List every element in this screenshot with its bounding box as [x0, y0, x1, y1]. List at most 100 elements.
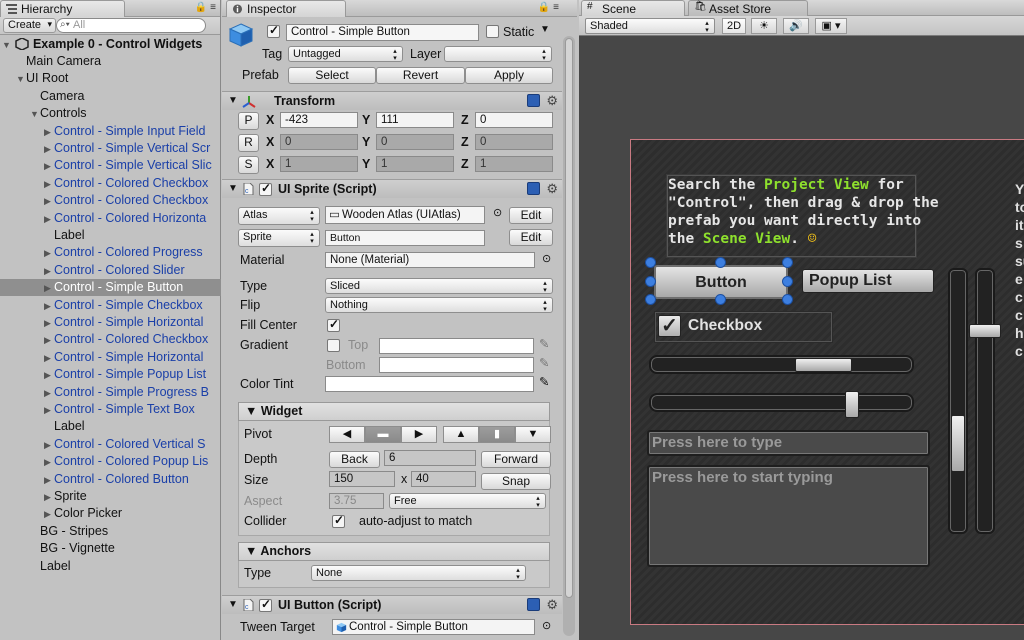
slider-2-thumb[interactable] — [845, 391, 859, 418]
tag-dropdown[interactable]: Untagged — [288, 46, 403, 62]
pivot-middle-button[interactable]: ▮ — [479, 426, 515, 443]
resize-handle[interactable] — [645, 276, 656, 287]
prefab-select-button[interactable]: Select — [288, 67, 376, 84]
expand-arrow-icon[interactable]: ▶ — [44, 315, 54, 331]
object-picker-icon[interactable]: ⊙ — [493, 206, 502, 219]
hierarchy-row[interactable]: ▶ Control - Colored Horizonta — [0, 210, 221, 227]
scene-popup-list[interactable]: Popup List — [802, 269, 934, 293]
resize-handle[interactable] — [782, 294, 793, 305]
height-field[interactable]: 40 — [411, 471, 476, 487]
horizontal-slider-2[interactable] — [649, 391, 914, 418]
hierarchy-row[interactable]: ▶ Control - Colored Checkbox — [0, 175, 221, 192]
resize-handle[interactable] — [782, 276, 793, 287]
gradient-checkbox[interactable] — [327, 339, 340, 352]
audio-icon[interactable]: 🔊 — [783, 18, 809, 34]
foldout-arrow-icon[interactable]: ▼ — [228, 599, 238, 610]
resize-handle[interactable] — [715, 257, 726, 268]
anchors-section-header[interactable]: ▼ Anchors — [238, 542, 550, 561]
aspect-mode-dropdown[interactable]: Free — [389, 493, 546, 509]
flip-dropdown[interactable]: Nothing — [325, 297, 553, 313]
hierarchy-row[interactable]: Label — [0, 558, 221, 575]
effects-image-icon[interactable]: ▣ ▾ — [815, 18, 847, 34]
rot-z-field[interactable]: 0 — [475, 134, 553, 150]
transform-component-header[interactable]: ▼ Transform ⚙ — [222, 91, 562, 110]
atlas-edit-button[interactable]: Edit — [509, 207, 553, 224]
foldout-arrow-icon[interactable]: ▼ — [245, 544, 260, 558]
depth-forward-button[interactable]: Forward — [481, 451, 551, 468]
expand-arrow-icon[interactable]: ▶ — [44, 350, 54, 366]
scale-x-field[interactable]: 1 — [280, 156, 358, 172]
tab-inspector[interactable]: Inspector — [226, 0, 346, 17]
fill-center-checkbox[interactable] — [327, 317, 340, 332]
toggle-2d-button[interactable]: 2D — [722, 18, 746, 34]
color-tint-field[interactable] — [325, 376, 534, 392]
expand-arrow-icon[interactable]: ▶ — [44, 158, 54, 174]
eyedropper-icon[interactable]: ✎ — [539, 355, 549, 370]
hierarchy-row[interactable]: ▶ Control - Colored Vertical S — [0, 436, 221, 453]
expand-arrow-icon[interactable]: ▼ — [2, 37, 12, 53]
tab-asset-store[interactable]: 🛍 Asset Store — [688, 0, 808, 16]
reference-book-icon[interactable] — [527, 598, 540, 611]
shading-mode-dropdown[interactable]: Shaded — [585, 18, 715, 34]
ui-button-component-header[interactable]: ▼ c UI Button (Script) ⚙ — [222, 595, 562, 614]
hierarchy-row[interactable]: ▶ Control - Colored Checkbox — [0, 331, 221, 348]
hierarchy-row[interactable]: Main Camera — [0, 53, 221, 70]
expand-arrow-icon[interactable]: ▶ — [44, 489, 54, 505]
expand-arrow-icon[interactable]: ▶ — [44, 263, 54, 279]
panel-menu-icons[interactable]: 🔒 ≡ — [538, 2, 559, 13]
hierarchy-row[interactable]: ▶ Control - Simple Horizontal — [0, 349, 221, 366]
tab-hierarchy[interactable]: Hierarchy — [0, 0, 125, 17]
vertical-slider-2[interactable] — [969, 268, 1001, 534]
inspector-scrollbar[interactable] — [563, 36, 575, 636]
scene-text-box[interactable]: Press here to start typing — [647, 465, 930, 567]
hierarchy-row[interactable]: ▶ Control - Colored Checkbox — [0, 192, 221, 209]
expand-arrow-icon[interactable]: ▶ — [44, 141, 54, 157]
prefab-apply-button[interactable]: Apply — [465, 67, 553, 84]
expand-arrow-icon[interactable]: ▶ — [44, 454, 54, 470]
ui-button-enabled-checkbox[interactable] — [259, 597, 272, 612]
reset-position-button[interactable]: P — [238, 112, 259, 130]
prefab-revert-button[interactable]: Revert — [376, 67, 465, 84]
reset-rotation-button[interactable]: R — [238, 134, 259, 152]
hierarchy-row[interactable]: ▶ Control - Colored Progress — [0, 244, 221, 261]
depth-field[interactable]: 6 — [384, 450, 476, 466]
vertical-slider-2-thumb[interactable] — [969, 324, 1001, 338]
pos-y-field[interactable]: 111 — [376, 112, 454, 128]
scene-checkbox-box[interactable]: ✓ — [658, 315, 681, 337]
expand-arrow-icon[interactable]: ▶ — [44, 193, 54, 209]
gear-icon[interactable]: ⚙ — [546, 93, 558, 109]
widget-section-header[interactable]: ▼ Widget — [238, 402, 550, 421]
object-picker-icon[interactable]: ⊙ — [542, 252, 551, 265]
hierarchy-row[interactable]: ▶ Control - Simple Input Field — [0, 123, 221, 140]
expand-arrow-icon[interactable]: ▶ — [44, 124, 54, 140]
sprite-edit-button[interactable]: Edit — [509, 229, 553, 246]
horizontal-slider-1[interactable] — [649, 355, 914, 374]
eyedropper-icon[interactable]: ✎ — [539, 374, 549, 389]
rot-y-field[interactable]: 0 — [376, 134, 454, 150]
atlas-field[interactable]: ▭ Wooden Atlas (UIAtlas) — [325, 206, 485, 224]
expand-arrow-icon[interactable]: ▶ — [44, 332, 54, 348]
object-picker-icon[interactable]: ⊙ — [542, 619, 551, 632]
expand-arrow-icon[interactable]: ▼ — [16, 71, 26, 87]
hierarchy-row[interactable]: BG - Vignette — [0, 540, 221, 557]
resize-handle[interactable] — [715, 294, 726, 305]
hierarchy-row[interactable]: ▼UI Root — [0, 70, 221, 87]
static-dropdown-icon[interactable]: ▼ — [540, 24, 550, 35]
scene-viewport[interactable]: Search the Project View for "Control", t… — [630, 139, 1024, 625]
foldout-arrow-icon[interactable]: ▼ — [245, 404, 261, 418]
hierarchy-row[interactable]: ▶ Control - Simple Vertical Scr — [0, 140, 221, 157]
slider-1-fill-thumb[interactable] — [795, 358, 852, 372]
type-dropdown[interactable]: Sliced — [325, 278, 553, 294]
gear-icon[interactable]: ⚙ — [546, 181, 558, 197]
lighting-icon[interactable]: ☀ — [751, 18, 777, 34]
sprite-value[interactable]: Button — [325, 230, 485, 246]
layer-dropdown[interactable] — [444, 46, 552, 62]
expand-arrow-icon[interactable]: ▶ — [44, 211, 54, 227]
expand-arrow-icon[interactable]: ▶ — [44, 245, 54, 261]
material-field[interactable]: None (Material) — [325, 252, 535, 268]
ui-sprite-component-header[interactable]: ▼ c UI Sprite (Script) ⚙ — [222, 179, 562, 198]
hierarchy-row[interactable]: ▶ Control - Colored Button — [0, 471, 221, 488]
resize-handle[interactable] — [782, 257, 793, 268]
hierarchy-row[interactable]: ▶ Control - Simple Horizontal — [0, 314, 221, 331]
depth-back-button[interactable]: Back — [329, 451, 380, 468]
